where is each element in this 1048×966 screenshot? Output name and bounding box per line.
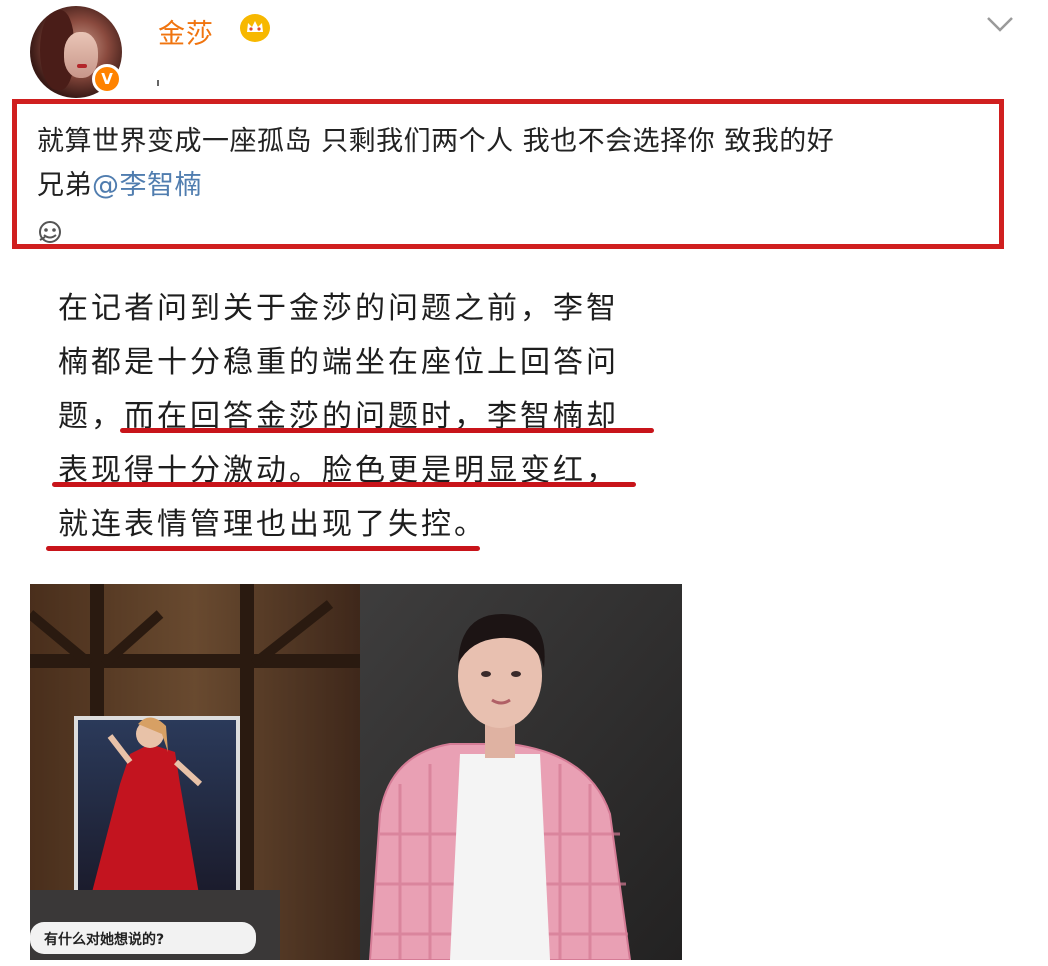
commentary-line: 题，而在回答金莎的问题时，李智楠却 [58,399,619,434]
underline-mark [52,482,636,487]
post-text-prefix: 兄弟 [37,170,92,201]
post-text-line2: 兄弟@李智楠 [37,164,997,208]
post-text-line1: 就算世界变成一座孤岛 只剩我们两个人 我也不会选择你 致我的好 [37,126,835,157]
underline-mark [46,546,480,551]
commentary-line: 在记者问到关于金莎的问题之前，李智 [58,291,619,326]
commentary-line: 楠都是十分稳重的端坐在座位上回答问 [58,345,619,380]
underline-mark [120,428,654,433]
vip-crown-icon [240,14,270,42]
post-highlight-box: 就算世界变成一座孤岛 只剩我们两个人 我也不会选择你 致我的好 兄弟@李智楠 [12,99,1004,249]
commentary-line: 就连表情管理也出现了失控。 [58,507,487,542]
mention-link[interactable]: @李智楠 [92,170,202,201]
commentary-block: 在记者问到关于金莎的问题之前，李智 楠都是十分稳重的端坐在座位上回答问 题，而在… [58,282,678,552]
post-content: 就算世界变成一座孤岛 只剩我们两个人 我也不会选择你 致我的好 兄弟@李智楠 [37,120,997,208]
video-caption: 有什么对她想说的? [44,931,164,948]
username[interactable]: 金莎 [158,12,214,51]
video-still[interactable]: 有什么对她想说的? [30,584,682,960]
divider-mark [157,80,159,86]
commentary-line: 表现得十分激动。脸色更是明显变红， [58,453,619,488]
weibo-post-screenshot: V 金莎 就算世界变成一座孤岛 只剩我们两个人 我也不会选择你 致我的好 兄弟@… [0,0,1048,966]
verified-badge-icon: V [92,64,122,94]
chevron-down-icon[interactable] [986,14,1014,34]
emoji-icon [37,220,63,244]
